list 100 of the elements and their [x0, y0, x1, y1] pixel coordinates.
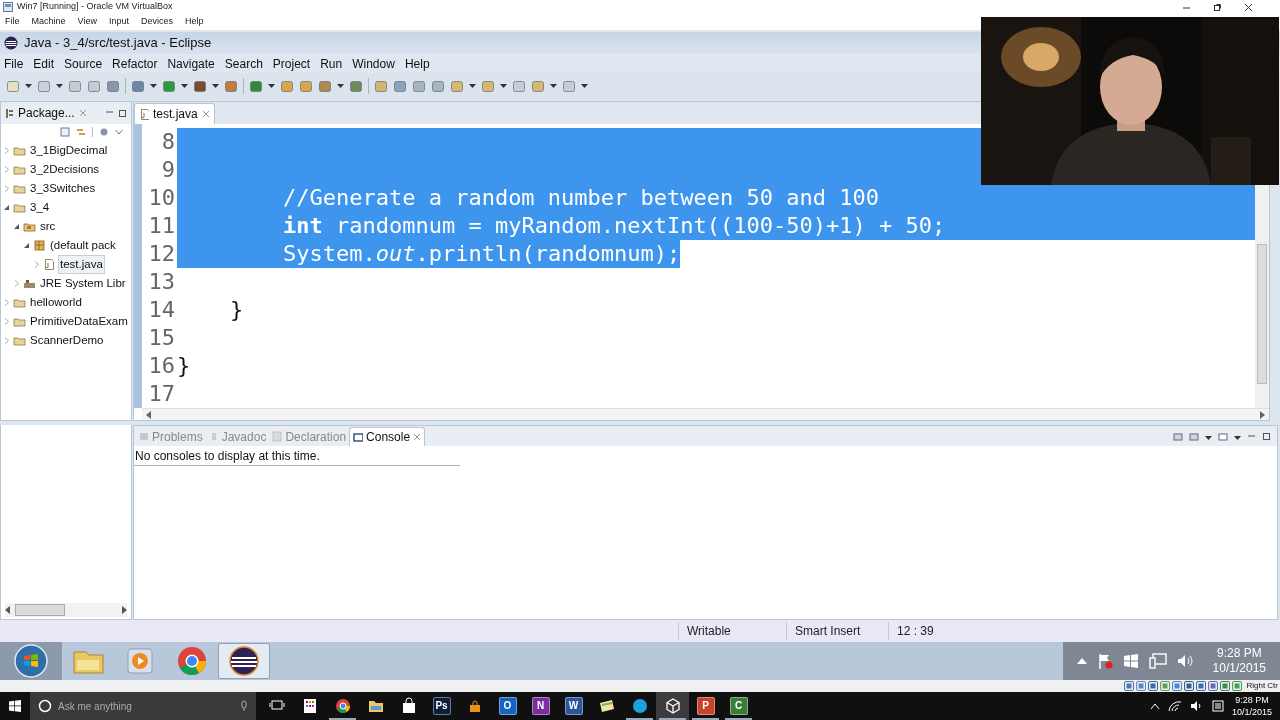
tree-item[interactable]: test.java [59, 255, 104, 274]
clock-date[interactable]: 10/1/2015 [1212, 661, 1266, 676]
menu-item[interactable]: Window [352, 54, 395, 73]
search-field[interactable]: Ask me anything [30, 692, 256, 720]
device-status-icon[interactable] [1148, 681, 1159, 691]
maximize-icon[interactable] [118, 108, 127, 118]
scrollbar-thumb[interactable] [1257, 244, 1267, 385]
editor-tab[interactable]: test.java [134, 103, 215, 125]
menu-item[interactable]: Project [272, 54, 311, 73]
eclipse-icon [4, 35, 18, 50]
taskbar-button[interactable]: C [722, 692, 755, 720]
menu-item[interactable]: File [5, 15, 20, 29]
eclipse-icon [227, 644, 261, 678]
start-button[interactable] [0, 642, 62, 680]
scrollbar-thumb[interactable] [15, 604, 65, 617]
volume-icon[interactable] [1189, 700, 1204, 712]
device-status-icon[interactable] [1196, 681, 1207, 691]
wifi-icon[interactable] [1167, 700, 1182, 712]
clock-time[interactable]: 9:28 PM [1235, 694, 1269, 706]
taskbar-button[interactable]: Ps [425, 692, 458, 720]
app-tile-icon: C [729, 697, 748, 715]
tree-item[interactable]: (default pack [49, 236, 117, 255]
host-key-label: Right Ctr [1245, 680, 1278, 692]
taskbar-button[interactable] [218, 643, 270, 679]
line-number: 17 [147, 380, 176, 409]
library-icon [23, 277, 36, 291]
notification-icon[interactable] [1211, 700, 1224, 712]
menu-item[interactable]: Navigate [167, 54, 215, 73]
app-tile-icon: Ps [432, 697, 451, 715]
menu-item[interactable]: Help [184, 15, 204, 29]
right-arrow-icon[interactable] [121, 606, 127, 615]
line-number: 12 [147, 240, 176, 269]
menu-item[interactable]: Search [224, 54, 263, 73]
browser-icon [333, 697, 352, 715]
tree-item[interactable]: src [39, 217, 57, 236]
tree-item[interactable]: helloworld [29, 293, 83, 312]
expanded-arrow-icon[interactable] [13, 223, 20, 231]
taskbar-button[interactable]: O [491, 692, 524, 720]
close-icon[interactable] [1244, 2, 1253, 12]
clock-date[interactable]: 10/1/2015 [1231, 706, 1272, 718]
document-icon [139, 431, 149, 443]
menu-item[interactable]: Run [320, 54, 343, 73]
code-line: } [228, 296, 244, 325]
line-number: 10 [147, 184, 176, 213]
console-icon[interactable] [1189, 431, 1199, 442]
horizontal-scrollbar[interactable] [142, 408, 1269, 421]
panel-tab[interactable]: Console [349, 427, 426, 447]
device-status-icon[interactable] [1136, 681, 1147, 691]
console-message: No consoles to display at this time. [134, 446, 460, 467]
right-arrow-icon[interactable] [1259, 410, 1265, 419]
taskbar-button[interactable]: P [689, 692, 722, 720]
menu-item[interactable]: Help [404, 54, 430, 73]
menu-item[interactable]: File [4, 54, 24, 73]
taskbar-button[interactable]: N [524, 692, 557, 720]
device-status-icon[interactable] [1160, 681, 1171, 691]
monitor-icon [353, 431, 364, 443]
tree-item[interactable]: 3_4 [29, 198, 51, 217]
device-status-icon[interactable] [1208, 681, 1219, 691]
network-icon[interactable] [1148, 653, 1167, 669]
status-text: 12 : 39 [897, 623, 934, 641]
menu-item[interactable]: Input [108, 15, 129, 29]
menu-item[interactable]: Machine [31, 15, 66, 29]
app-icon [3, 2, 13, 12]
menu-item[interactable]: Refactor [112, 54, 158, 73]
status-text: Writable [687, 623, 731, 641]
horizontal-scrollbar[interactable] [5, 603, 127, 618]
app-tile-icon: O [498, 697, 517, 715]
device-status-icon[interactable] [1220, 681, 1231, 691]
left-arrow-icon[interactable] [5, 606, 11, 615]
menu-item[interactable]: Edit [33, 54, 55, 73]
restore-icon[interactable] [1213, 2, 1222, 12]
tree-item[interactable]: 3_2Decisions [29, 160, 101, 179]
tree-item[interactable]: ScannerDemo [29, 331, 105, 350]
menu-item[interactable]: View [77, 15, 97, 29]
flag-icon[interactable] [1096, 653, 1113, 669]
left-arrow-icon[interactable] [146, 410, 152, 419]
device-status-icon[interactable] [1184, 681, 1195, 691]
clock-time[interactable]: 9:28 PM [1216, 646, 1262, 661]
window-title: Java - 3_4/src/test.java - Eclipse [24, 34, 212, 53]
menu-item[interactable]: Source [64, 54, 103, 73]
display-icon[interactable] [1173, 431, 1183, 442]
maximize-icon[interactable] [1262, 432, 1271, 442]
taskbar-button[interactable]: W [557, 692, 590, 720]
device-status-icon[interactable] [1124, 681, 1135, 691]
tree-item[interactable]: 3_1BigDecimal [29, 141, 109, 160]
tree-item[interactable]: 3_3Switches [29, 179, 97, 198]
device-status-icon[interactable] [1232, 681, 1243, 691]
windows-logo-icon[interactable] [1122, 653, 1139, 669]
file-icon [43, 258, 56, 272]
menu-item[interactable]: Devices [140, 15, 173, 29]
code-line: int randomnum = myRandom.nextInt((100-50)+1) + 50; [281, 212, 946, 241]
taskbar-button[interactable] [656, 692, 689, 720]
tree-item[interactable]: JRE System Libr [39, 274, 127, 293]
cortana-icon [38, 699, 52, 713]
browser-icon [175, 644, 209, 678]
tree-item[interactable]: PrimitiveDataExam [29, 312, 129, 331]
expanded-arrow-icon[interactable] [3, 204, 10, 212]
device-status-icon[interactable] [1172, 681, 1183, 691]
chevron-up-icon[interactable] [1149, 702, 1160, 710]
expanded-arrow-icon[interactable] [23, 242, 30, 250]
